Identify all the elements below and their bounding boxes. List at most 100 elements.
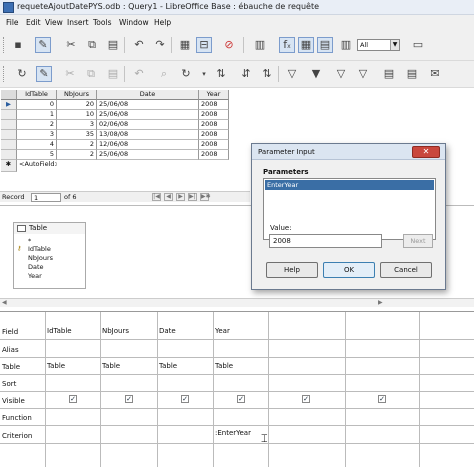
column-header[interactable]: Year (199, 90, 229, 100)
last-record-icon[interactable]: ▶| (188, 193, 197, 201)
sort-icon[interactable]: ⇅ (259, 66, 275, 82)
table-field[interactable]: NbJours (28, 254, 53, 262)
table-cell[interactable]: 35 (57, 130, 97, 140)
table-field[interactable]: Year (28, 272, 42, 280)
functions-icon[interactable]: fx (279, 37, 295, 53)
table-cell[interactable]: 25/06/08 (97, 100, 199, 110)
table-cell[interactable]: Table (102, 362, 120, 370)
table-cell[interactable]: 2 (17, 120, 57, 130)
refresh-icon[interactable]: ↻ (14, 66, 30, 82)
visible-checkbox[interactable]: ✓ (69, 395, 77, 403)
help-button[interactable]: Help (266, 262, 318, 278)
visible-checkbox[interactable]: ✓ (237, 395, 245, 403)
table-cell[interactable]: Table (159, 362, 177, 370)
find-icon[interactable]: ⌕ (156, 66, 172, 82)
visible-checkbox[interactable]: ✓ (125, 395, 133, 403)
new-row-cell[interactable]: <AutoField> (17, 160, 57, 172)
apply-filter-icon[interactable]: ▼ (308, 66, 324, 82)
table-cell[interactable]: 2008 (199, 110, 229, 120)
table-cell[interactable]: 2008 (199, 130, 229, 140)
paste-icon[interactable]: ▤ (105, 37, 121, 53)
table-cell[interactable]: 5 (17, 150, 57, 160)
menu-edit[interactable]: Edit (26, 18, 41, 27)
close-icon[interactable]: ✕ (412, 146, 440, 158)
table-cell[interactable]: 2008 (199, 140, 229, 150)
undo-icon-2[interactable]: ↶ (131, 66, 147, 82)
edit-mode-icon[interactable]: ✎ (35, 37, 51, 53)
sort-descending-icon[interactable]: ⇵ (238, 66, 254, 82)
sort-ascending-icon[interactable]: ⇅ (213, 66, 229, 82)
cut-icon-2[interactable]: ✂ (62, 66, 78, 82)
clear-query-icon[interactable]: ⊟ (196, 37, 212, 53)
edit-data-icon[interactable]: ✎ (36, 66, 52, 82)
row-marker[interactable] (1, 130, 17, 140)
table-cell[interactable]: 3 (17, 130, 57, 140)
redo-icon[interactable]: ↷ (152, 37, 168, 53)
copy-icon[interactable]: ⧉ (84, 37, 100, 53)
table-cell[interactable]: 20 (57, 100, 97, 110)
cancel-button[interactable]: Cancel (380, 262, 432, 278)
table-name-icon[interactable]: ▦ (298, 37, 314, 53)
scroll-right-icon[interactable]: ▶ (378, 299, 383, 306)
row-marker[interactable] (1, 120, 17, 130)
copy-icon-2[interactable]: ⧉ (83, 66, 99, 82)
remove-filter-icon[interactable]: ▽ (355, 66, 371, 82)
visible-checkbox[interactable]: ✓ (378, 395, 386, 403)
table-cell[interactable]: 25/06/08 (97, 110, 199, 120)
new-record-icon[interactable]: ▶✱ (200, 193, 211, 201)
table-cell[interactable]: 13/08/08 (97, 130, 199, 140)
table-cell[interactable]: 2 (57, 140, 97, 150)
first-record-icon[interactable]: |◀ (152, 193, 161, 201)
table-window[interactable]: Table * IdTable ⚷ NbJours Date Year (13, 222, 86, 289)
parameter-item[interactable]: EnterYear (265, 180, 434, 190)
value-input[interactable]: 2008 (269, 234, 382, 248)
menu-window[interactable]: Window (119, 18, 149, 27)
menu-tools[interactable]: Tools (93, 18, 111, 27)
column-header[interactable]: Date (97, 90, 199, 100)
ok-button[interactable]: OK (323, 262, 375, 278)
sql-view-icon[interactable]: ▭ (410, 37, 426, 53)
table-cell[interactable]: 4 (17, 140, 57, 150)
distinct-icon[interactable]: ▥ (338, 37, 354, 53)
row-marker[interactable] (1, 140, 17, 150)
toolbar-grip[interactable] (3, 37, 6, 53)
row-marker[interactable]: ▶ (1, 100, 17, 110)
record-number-input[interactable]: 1 (31, 193, 61, 202)
menu-view[interactable]: View (45, 18, 63, 27)
menu-insert[interactable]: Insert (67, 18, 89, 27)
alias-icon[interactable]: ▤ (317, 37, 333, 53)
scroll-left-icon[interactable]: ◀ (2, 299, 7, 306)
table-cell[interactable]: 10 (57, 110, 97, 120)
grid-corner[interactable] (1, 90, 17, 100)
table-cell[interactable]: 2 (57, 150, 97, 160)
column-header[interactable]: IdTable (17, 90, 57, 100)
prev-record-icon[interactable]: ◀ (164, 193, 173, 201)
data-to-fields-icon[interactable]: ▤ (404, 66, 420, 82)
menu-help[interactable]: Help (154, 18, 171, 27)
menu-file[interactable]: File (6, 18, 19, 27)
table-cell[interactable]: 02/06/08 (97, 120, 199, 130)
table-cell[interactable]: 2008 (199, 150, 229, 160)
table-field[interactable]: * (28, 237, 31, 245)
horizontal-scrollbar[interactable]: ◀ ▶ (0, 298, 474, 307)
refresh-dropdown-icon[interactable]: ▾ (196, 66, 212, 82)
table-cell[interactable]: 2008 (199, 120, 229, 130)
criterion-cell[interactable]: :EnterYear (215, 429, 251, 437)
row-marker[interactable] (1, 150, 17, 160)
table-field[interactable]: Date (28, 263, 44, 271)
mail-merge-icon[interactable]: ✉ (427, 66, 443, 82)
new-row-marker[interactable]: ✱ (1, 160, 17, 172)
data-to-text-icon[interactable]: ▤ (381, 66, 397, 82)
toolbar-grip-2[interactable] (3, 66, 6, 82)
table-cell[interactable]: 2008 (199, 100, 229, 110)
refresh-data-icon[interactable]: ↻ (178, 66, 194, 82)
cut-icon[interactable]: ✂ (63, 37, 79, 53)
save-icon[interactable]: ▪ (10, 37, 26, 53)
stop-icon[interactable]: ⊘ (221, 37, 237, 53)
add-tables-icon[interactable]: ▥ (252, 37, 268, 53)
visible-checkbox[interactable]: ✓ (302, 395, 310, 403)
undo-icon[interactable]: ↶ (131, 37, 147, 53)
table-cell[interactable]: 1 (17, 110, 57, 120)
visible-checkbox[interactable]: ✓ (181, 395, 189, 403)
field-cell[interactable]: Date (159, 327, 176, 335)
